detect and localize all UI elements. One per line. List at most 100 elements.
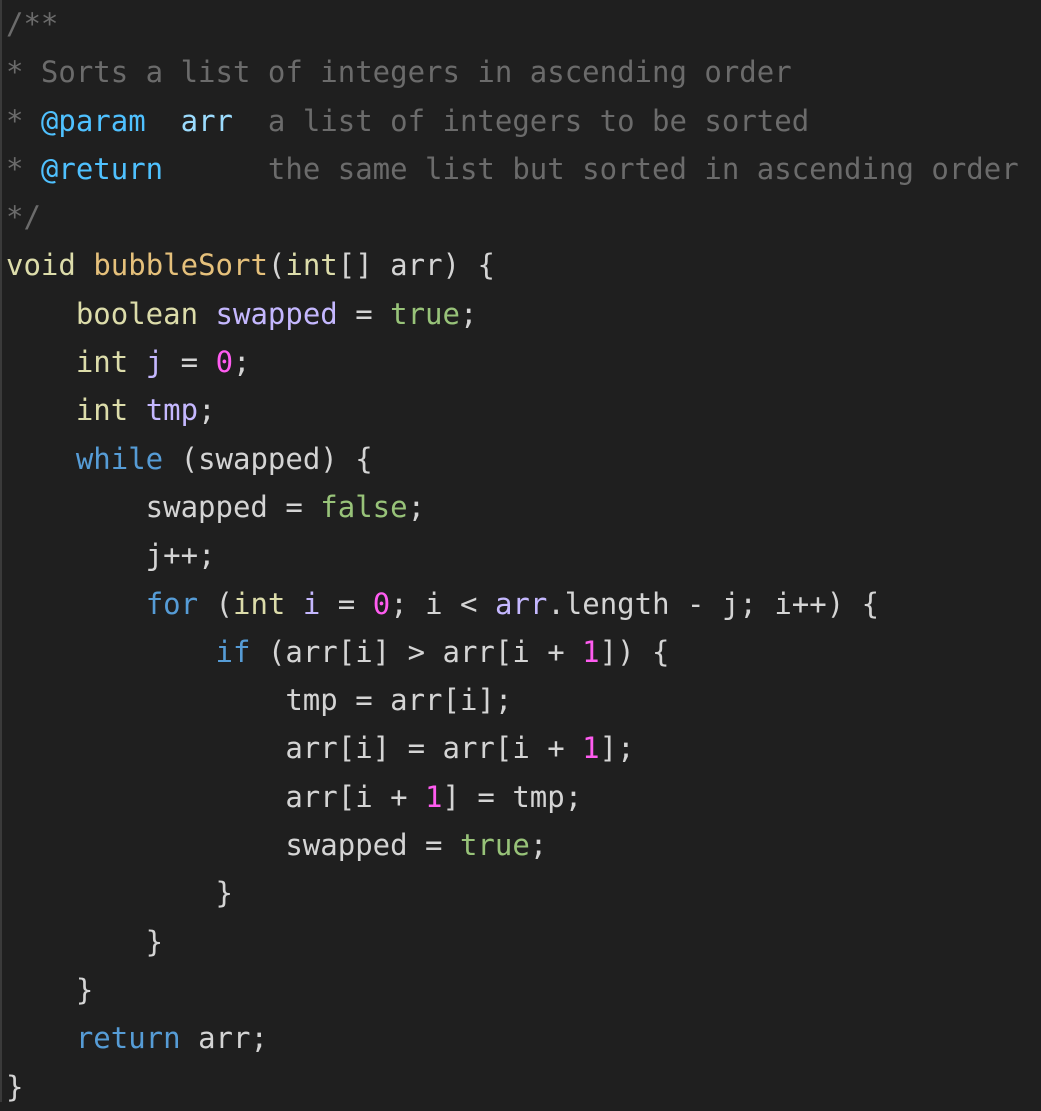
code-line[interactable]: for (int i = 0; i < arr.length - j; i++)… — [6, 580, 1019, 628]
type-token: int — [75, 393, 129, 428]
code-line[interactable]: * @return the same list but sorted in as… — [6, 145, 1019, 193]
type-token: boolean — [75, 296, 199, 331]
literal-token: true — [459, 828, 530, 863]
doc-param-name-token: arr — [180, 103, 233, 138]
number-token: 1 — [582, 634, 600, 669]
code-token: .length - j; i++) { — [547, 586, 880, 621]
code-token: } — [6, 1069, 24, 1104]
number-token: 0 — [372, 586, 391, 621]
code-token: arr; — [180, 1021, 268, 1056]
comment-token — [146, 104, 181, 138]
code-token: = — [320, 586, 373, 621]
type-token: int — [233, 586, 286, 621]
code-line[interactable]: int j = 0; — [6, 338, 1019, 386]
code-line[interactable]: return arr; — [6, 1014, 1019, 1062]
code-line[interactable]: /** — [6, 0, 1019, 48]
code-line[interactable]: * Sorts a list of integers in ascending … — [6, 48, 1019, 96]
number-token: 1 — [425, 779, 443, 814]
code-editor[interactable]: /** * Sorts a list of integers in ascendi… — [0, 0, 1041, 1104]
code-line[interactable]: * @param arr a list of integers to be so… — [6, 97, 1019, 145]
code-line[interactable]: int tmp; — [6, 386, 1019, 434]
code-line[interactable]: swapped = true; — [6, 821, 1019, 869]
code-token: j++; — [6, 538, 216, 573]
code-line[interactable]: void bubbleSort(int[] arr) { — [6, 241, 1019, 289]
code-line[interactable]: */ — [6, 193, 1019, 241]
code-line[interactable]: arr[i] = arr[i + 1]; — [6, 724, 1019, 772]
code-token: ( — [198, 586, 233, 621]
comment-token: * Sorts a list of integers in ascending … — [6, 55, 792, 90]
code-line[interactable]: } — [6, 869, 1019, 917]
type-token: void — [6, 248, 76, 283]
code-token: ; i < — [390, 586, 495, 621]
keyword-token: if — [215, 634, 251, 669]
code-token: } — [6, 924, 164, 959]
code-token: tmp = arr[i]; — [6, 683, 513, 718]
code-token: ] = tmp; — [442, 779, 583, 814]
code-area[interactable]: /** * Sorts a list of integers in ascendi… — [6, 0, 1019, 1111]
keyword-token: for — [145, 586, 199, 621]
literal-token: true — [390, 296, 460, 331]
code-token: ; — [459, 296, 478, 331]
code-line[interactable]: j++; — [6, 531, 1019, 579]
code-line[interactable]: if (arr[i] > arr[i + 1]) { — [6, 628, 1019, 676]
type-token: int — [75, 345, 129, 380]
code-token: = — [163, 345, 216, 380]
code-line[interactable]: } — [6, 918, 1019, 966]
variable-token: tmp — [145, 393, 199, 428]
code-line[interactable]: } — [6, 966, 1019, 1014]
comment-token: * — [6, 103, 41, 138]
code-token: swapped = — [6, 489, 321, 524]
code-token: [] arr) { — [337, 248, 495, 283]
code-token: ( — [267, 248, 286, 283]
code-line[interactable]: } — [6, 1063, 1019, 1111]
type-token: int — [285, 248, 338, 283]
code-line[interactable]: while (swapped) { — [6, 435, 1019, 483]
comment-token: a list of integers to be sorted — [233, 103, 810, 138]
variable-token: arr — [494, 586, 548, 621]
code-token: (swapped) { — [163, 441, 373, 476]
code-token: = — [337, 296, 391, 331]
code-token: ; — [529, 828, 548, 863]
code-token: arr[i + — [6, 779, 426, 814]
variable-token: i — [302, 586, 321, 621]
code-token: ; — [198, 393, 216, 428]
code-line[interactable]: arr[i + 1] = tmp; — [6, 773, 1019, 821]
literal-token: false — [320, 489, 408, 524]
function-name-token: bubbleSort — [93, 248, 268, 283]
number-token: 0 — [215, 345, 234, 380]
code-line[interactable]: tmp = arr[i]; — [6, 676, 1019, 724]
number-token: 1 — [582, 731, 600, 766]
code-token: } — [6, 876, 233, 911]
comment-token: * — [6, 151, 41, 186]
code-token: ; — [407, 489, 426, 524]
keyword-token: while — [75, 441, 164, 476]
code-token: ]) { — [599, 634, 670, 669]
doc-tag-token: @return — [40, 151, 164, 186]
code-token: ]; — [599, 731, 635, 766]
comment-token: */ — [6, 200, 41, 235]
code-token: (arr[i] > arr[i + — [250, 634, 583, 669]
code-line[interactable]: boolean swapped = true; — [6, 290, 1019, 338]
comment-token: /** — [6, 7, 59, 41]
keyword-token: return — [75, 1021, 181, 1056]
code-token: } — [6, 972, 94, 1007]
comment-token: the same list but sorted in ascending or… — [163, 151, 1019, 186]
variable-token: j — [145, 345, 164, 380]
code-token: ; — [233, 345, 251, 380]
doc-tag-token: @param — [40, 103, 146, 138]
variable-token: swapped — [215, 296, 338, 331]
code-line[interactable]: swapped = false; — [6, 483, 1019, 531]
code-token: arr[i] = arr[i + — [6, 731, 583, 766]
